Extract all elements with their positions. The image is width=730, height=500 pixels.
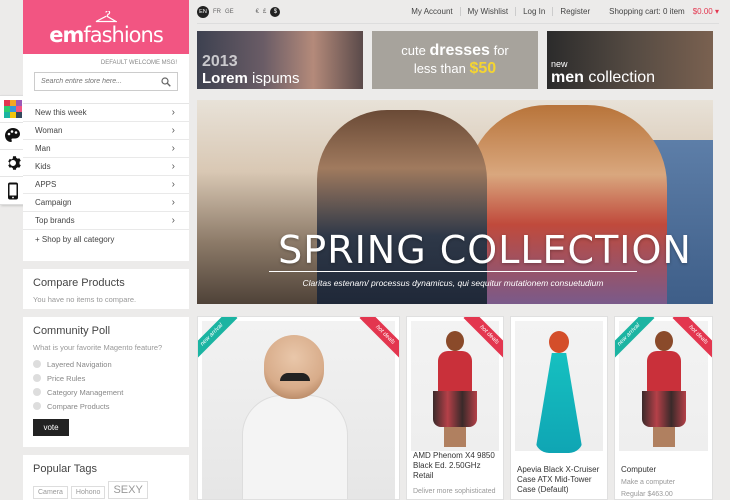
poll-question: What is your favorite Magento feature? xyxy=(33,343,163,352)
banner-year: 2013 xyxy=(202,53,238,70)
language-en[interactable]: EN xyxy=(197,5,209,18)
poll-option[interactable]: Layered Navigation xyxy=(33,357,179,371)
nav-item-campaign[interactable]: Campaign › xyxy=(23,194,189,212)
mustache-graphic xyxy=(280,373,310,381)
hero-slideshow[interactable]: SPRING COLLECTION Claritas estenam/ proc… xyxy=(197,100,713,304)
register-link[interactable]: Register xyxy=(553,7,597,16)
product-name-link[interactable]: AMD Phenom X4 9850 Black Ed. 2.50GHz Ret… xyxy=(413,451,497,481)
product-name-link[interactable]: Computer xyxy=(621,465,706,475)
radio-button[interactable] xyxy=(33,388,41,396)
settings-tool[interactable] xyxy=(0,150,25,177)
currency-euro[interactable]: € xyxy=(256,9,259,15)
poll-option[interactable]: Compare Products xyxy=(33,399,179,413)
banner-men-collection[interactable]: new men collection xyxy=(547,31,713,89)
community-poll-block: Community Poll What is your favorite Mag… xyxy=(23,309,189,447)
banner-new-label: new xyxy=(551,59,568,69)
hero-photo-man xyxy=(317,110,487,304)
banner-price-line: less than $50 xyxy=(413,60,497,77)
chevron-right-icon: › xyxy=(171,125,175,136)
nav-item-kids[interactable]: Kids › xyxy=(23,158,189,176)
product-image[interactable] xyxy=(515,321,603,453)
search-box xyxy=(34,72,178,91)
palette-tool[interactable] xyxy=(0,123,25,150)
language-fr[interactable]: FR xyxy=(213,9,221,15)
nav-item-top-brands[interactable]: Top brands › xyxy=(23,212,189,230)
tags-title: Popular Tags xyxy=(33,463,98,475)
color-swatch-tool[interactable] xyxy=(0,96,25,123)
product-card[interactable]: new arrival hot deals xyxy=(197,316,400,500)
account-links: My Account My Wishlist Log In Register S… xyxy=(404,7,719,16)
poll-option[interactable]: Category Management xyxy=(33,385,179,399)
radio-button[interactable] xyxy=(33,360,41,368)
log-in-link[interactable]: Log In xyxy=(516,7,554,16)
mobile-preview-tool[interactable] xyxy=(0,177,25,204)
radio-button[interactable] xyxy=(33,402,41,410)
product-card[interactable]: Apevia Black X-Cruiser Case ATX Mid-Towe… xyxy=(510,316,608,500)
chevron-right-icon: › xyxy=(171,215,175,226)
product-card[interactable]: new arrival hot deals Computer Make a co… xyxy=(614,316,713,500)
shopping-cart-link[interactable]: Shopping cart: 0 item xyxy=(609,7,685,16)
welcome-message: DEFAULT WELCOME MSG! xyxy=(100,60,177,66)
hero-photo-woman xyxy=(467,105,667,304)
product-price: Regular $463.00 xyxy=(621,491,673,498)
hero-title: SPRING COLLECTION xyxy=(278,228,692,272)
banner-lorem-ispums[interactable]: 2013 Lorem ispums xyxy=(197,31,363,89)
compare-title: Compare Products xyxy=(33,277,125,289)
cart-total-dropdown[interactable]: $0.00 ▾ xyxy=(693,7,719,16)
chevron-right-icon: › xyxy=(171,143,175,154)
language-ge[interactable]: GE xyxy=(225,9,234,15)
chevron-right-icon: › xyxy=(171,197,175,208)
search-input[interactable] xyxy=(41,78,161,85)
product-card[interactable]: hot deals AMD Phenom X4 9850 Black Ed. 2… xyxy=(406,316,504,500)
hero-subtitle: Claritas estenam/ processus dynamicus, q… xyxy=(302,278,604,288)
product-description: Make a computer xyxy=(621,479,676,486)
product-description: Deliver more sophisticated xyxy=(413,488,496,495)
color-grid-icon xyxy=(3,100,22,118)
search-icon[interactable] xyxy=(161,76,171,87)
logo-text: emfashions xyxy=(49,22,164,47)
shop-all-categories-link[interactable]: + Shop by all category xyxy=(23,230,189,249)
chevron-right-icon: › xyxy=(171,107,175,118)
currency-pound[interactable]: £ xyxy=(263,9,266,15)
tag-camera[interactable]: Camera xyxy=(33,486,68,499)
product-name-link[interactable]: Apevia Black X-Cruiser Case ATX Mid-Towe… xyxy=(517,465,601,495)
nav-item-woman[interactable]: Woman › xyxy=(23,122,189,140)
store-logo[interactable]: emfashions xyxy=(23,0,189,54)
nav-item-apps[interactable]: APPS › xyxy=(23,176,189,194)
banner-text: Lorem ispums xyxy=(202,70,300,87)
compare-products-block: Compare Products You have no items to co… xyxy=(23,261,189,309)
top-bar: EN FR GE € £ $ My Account My Wishlist Lo… xyxy=(197,0,719,24)
nav-item-new-this-week[interactable]: New this week › xyxy=(23,104,189,122)
gear-icon xyxy=(7,156,21,170)
compare-note: You have no items to compare. xyxy=(33,295,137,304)
banner-cute-dresses[interactable]: cute dresses for less than $50 xyxy=(372,31,538,89)
tag-sexy[interactable]: SEXY xyxy=(108,481,148,499)
mobile-phone-icon xyxy=(7,182,18,199)
banner-men-text: men collection xyxy=(551,69,656,86)
my-account-link[interactable]: My Account xyxy=(404,7,461,16)
language-currency-switcher: EN FR GE € £ $ xyxy=(197,5,281,18)
tag-hohono[interactable]: Hohono xyxy=(70,486,106,499)
chevron-right-icon: › xyxy=(171,179,175,190)
poll-option[interactable]: Price Rules xyxy=(33,371,179,385)
nav-item-man[interactable]: Man › xyxy=(23,140,189,158)
radio-button[interactable] xyxy=(33,374,41,382)
product-image[interactable] xyxy=(202,321,395,499)
poll-title: Community Poll xyxy=(33,325,111,337)
chevron-right-icon: › xyxy=(171,161,175,172)
left-sidebar: emfashions DEFAULT WELCOME MSG! New this… xyxy=(23,0,189,500)
popular-tags-block: Popular Tags Camera Hohono SEXY xyxy=(23,447,189,500)
tag-list: Camera Hohono SEXY xyxy=(33,481,179,499)
palette-icon xyxy=(4,128,20,142)
vote-button[interactable]: vote xyxy=(33,419,69,436)
hero-divider xyxy=(269,271,637,272)
currency-dollar[interactable]: $ xyxy=(270,6,281,17)
my-wishlist-link[interactable]: My Wishlist xyxy=(461,7,517,16)
banner-headline: cute dresses for xyxy=(401,42,509,59)
category-nav: New this week › Woman › Man › Kids › APPS › C… xyxy=(23,103,189,230)
